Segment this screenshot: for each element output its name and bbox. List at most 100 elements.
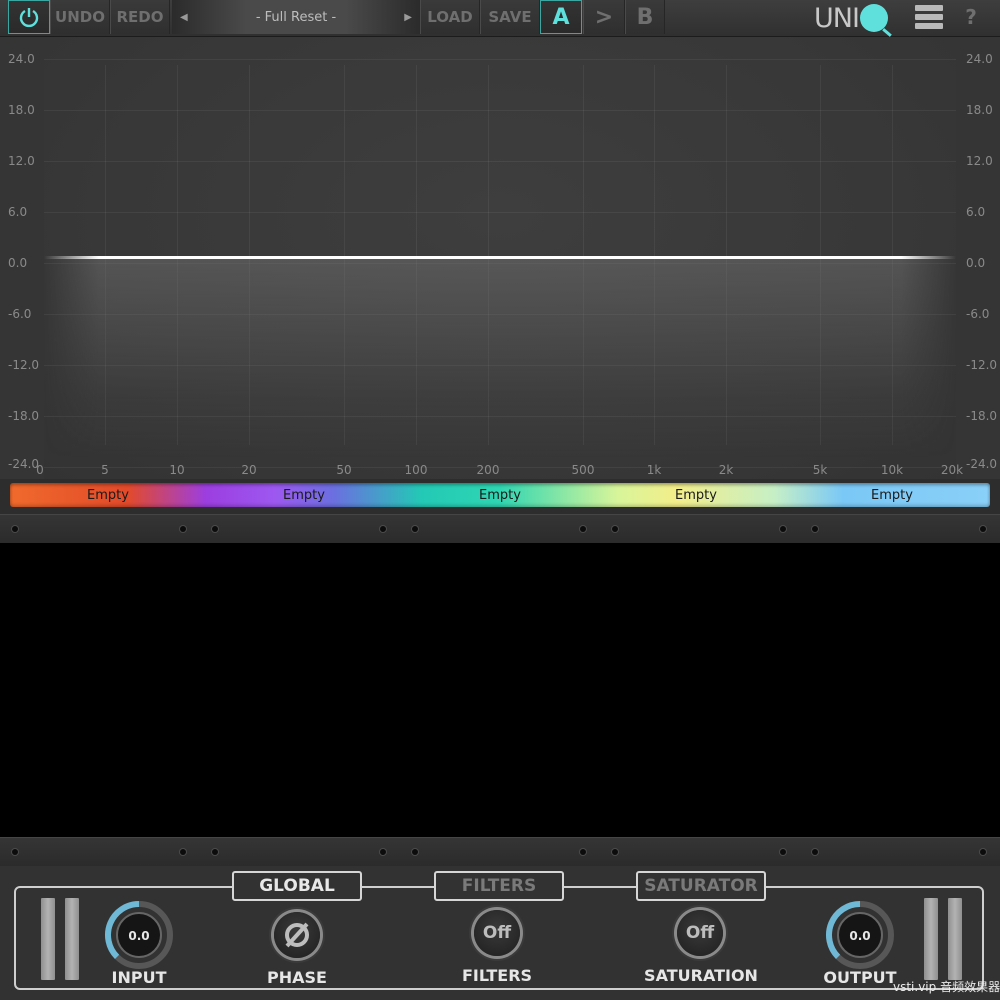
redo-button[interactable]: REDO [110,0,170,34]
y-tick-label: 12.0 [8,154,35,168]
band-panel-area [0,543,1000,837]
band-bar[interactable]: Empty Empty Empty Empty Empty [10,483,990,507]
tab-filters[interactable]: FILTERS [434,871,564,901]
y-tick-label: 12.0 [966,154,993,168]
power-button[interactable] [8,0,50,34]
screw-icon [380,526,386,532]
phase-invert-icon [285,922,309,948]
menu-icon [915,5,943,11]
y-tick-label: 24.0 [8,52,35,66]
screw-icon [780,849,786,855]
output-meter-left [924,898,938,980]
watermark: vsti.vip 音频效果器 [893,980,1000,994]
y-tick-label: 0.0 [966,256,986,270]
filters-toggle[interactable]: Off [474,910,520,956]
menu-button[interactable] [910,0,948,34]
eq-display[interactable]: 24.0 18.0 12.0 6.0 0.0 -6.0 -12.0 -18.0 -24.0 24… [0,37,1000,479]
x-tick-label: 10k [880,463,904,477]
power-icon [19,8,39,28]
logo-q-icon [859,4,888,32]
x-tick-label: 200 [476,463,500,477]
y-tick-label: -18.0 [8,409,40,423]
screw-icon [380,849,386,855]
save-button[interactable]: SAVE [480,0,540,34]
undo-button[interactable]: UNDO [50,0,110,34]
eq-curve-fill [44,258,956,458]
output-knob[interactable]: 0.0 [825,900,895,970]
filters-label: FILTERS [461,966,533,985]
y-tick-label: -6.0 [966,307,990,321]
x-tick-label: 50 [336,463,352,477]
band-2[interactable]: Empty [206,483,402,507]
x-tick-label: 20 [241,463,257,477]
band-1[interactable]: Empty [10,483,206,507]
screw-icon [180,526,186,532]
screw-icon [212,849,218,855]
band-panel-top-strip [0,514,1000,544]
input-knob[interactable]: 0.0 [104,900,174,970]
saturation-toggle[interactable]: Off [677,910,723,956]
band-3[interactable]: Empty [402,483,598,507]
y-tick-label: -6.0 [8,307,32,321]
x-tick-label: 100 [404,463,428,477]
screw-icon [812,526,818,532]
band-5[interactable]: Empty [794,483,990,507]
screw-icon [812,849,818,855]
x-tick-label: 5k [812,463,828,477]
screw-icon [412,526,418,532]
x-tick-label: 0 [36,463,44,477]
output-meter-right [948,898,962,980]
help-button[interactable]: ? [952,0,990,34]
grid-line-h [44,59,956,60]
band-4[interactable]: Empty [598,483,794,507]
eq-curve [44,256,956,259]
screw-icon [412,849,418,855]
screw-icon [612,526,618,532]
y-tick-label: -12.0 [966,358,998,372]
tab-global[interactable]: GLOBAL [232,871,362,901]
ab-copy-button[interactable]: > [583,0,625,34]
screw-icon [580,526,586,532]
screw-icon [180,849,186,855]
band-panel-bottom-strip [0,837,1000,867]
output-label: OUTPUT [823,968,897,987]
phase-label: PHASE [267,968,327,987]
ab-a-button[interactable]: A [540,0,582,34]
screw-icon [212,526,218,532]
next-preset-icon[interactable]: ▶ [404,12,412,23]
screw-icon [12,849,18,855]
screw-icon [580,849,586,855]
prev-preset-icon[interactable]: ◀ [180,12,188,23]
y-tick-label: -18.0 [966,409,998,423]
y-tick-label: -12.0 [8,358,40,372]
x-tick-label: 500 [571,463,595,477]
saturation-label: SATURATION [644,966,758,985]
screw-icon [780,526,786,532]
y-tick-label: 6.0 [966,205,986,219]
input-meter-right [65,898,79,980]
x-tick-label: 5 [101,463,109,477]
y-tick-label: -24.0 [966,457,998,471]
load-button[interactable]: LOAD [420,0,480,34]
uniq-logo: UNI [814,2,888,34]
x-tick-label: 10 [169,463,185,477]
global-panel: GLOBAL FILTERS SATURATOR 0.0 INPUT PHASE… [0,866,1000,1000]
y-tick-label: 18.0 [966,103,993,117]
phase-button[interactable] [274,912,320,958]
input-meter-left [41,898,55,980]
ab-b-button[interactable]: B [625,0,665,34]
preset-selector[interactable]: ◀ - Full Reset - ▶ [172,0,420,34]
x-tick-label: 2k [718,463,734,477]
y-tick-label: 0.0 [8,256,28,270]
x-tick-label: 20k [940,463,964,477]
tab-saturator[interactable]: SATURATOR [636,871,766,901]
output-value: 0.0 [849,929,870,943]
y-tick-label: 18.0 [8,103,35,117]
screw-icon [980,849,986,855]
input-value: 0.0 [128,929,149,943]
y-tick-label: 6.0 [8,205,28,219]
input-label: INPUT [111,968,167,987]
screw-icon [612,849,618,855]
y-tick-label: 24.0 [966,52,993,66]
screw-icon [12,526,18,532]
